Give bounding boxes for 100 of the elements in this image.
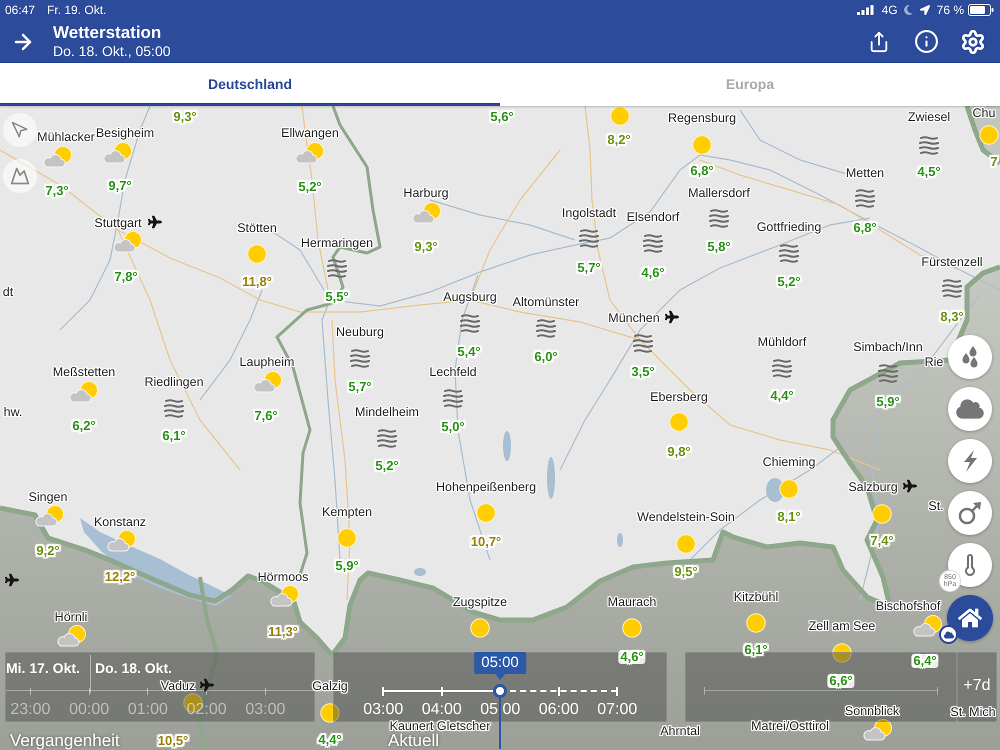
station-name: Zugspitze xyxy=(452,595,508,609)
temperature: 6,6° xyxy=(827,674,855,688)
fog-icon xyxy=(326,258,348,278)
fog-icon xyxy=(442,388,464,408)
fog-icon xyxy=(578,228,600,248)
station-name: Konstanz xyxy=(94,515,146,529)
partly-cloudy-icon xyxy=(253,371,283,393)
partly-cloudy-icon xyxy=(113,231,143,253)
station-name: Besigheim xyxy=(96,126,154,140)
station-name: Kitzbühl xyxy=(734,590,778,604)
time-label: 03:00 xyxy=(245,702,286,718)
temperature: 6,0° xyxy=(534,350,558,364)
fog-icon xyxy=(632,333,654,353)
temperature: 6,2° xyxy=(72,419,96,433)
lake xyxy=(414,568,426,576)
temperature: 5,9° xyxy=(335,559,359,573)
station-name: Hörnli xyxy=(54,610,88,624)
station-name: Laupheim xyxy=(240,355,294,369)
station-name: St. Mich xyxy=(950,705,996,719)
temperature: 9,8° xyxy=(667,445,691,459)
station-name: Ebersberg xyxy=(650,390,708,404)
airplane-icon xyxy=(200,678,214,692)
sun-icon xyxy=(476,503,496,523)
sun-icon xyxy=(692,135,712,155)
fog-icon xyxy=(771,358,793,378)
share-icon xyxy=(868,30,890,54)
sun-icon xyxy=(779,479,799,499)
airplane-icon xyxy=(148,215,162,229)
temperature: 4,6° xyxy=(618,650,646,664)
fog-icon xyxy=(708,208,730,228)
station-name: Riedlingen xyxy=(144,375,204,389)
temperature: 6,4° xyxy=(911,654,939,668)
fog-icon xyxy=(941,278,963,298)
partly-cloudy-icon xyxy=(295,142,325,164)
temperature: 9,5° xyxy=(674,565,698,579)
station-name: Meßstetten xyxy=(52,365,116,379)
station-name: Zwiesel xyxy=(908,110,950,124)
sun-icon xyxy=(337,528,357,548)
region-tab[interactable]: Europa xyxy=(500,63,1000,106)
current-section-label: Aktuell xyxy=(388,733,440,749)
airplane-icon xyxy=(5,573,19,587)
network-type: 4G xyxy=(882,3,898,17)
temperature: 6,1° xyxy=(744,643,768,657)
temperature: 10,5° xyxy=(158,734,188,748)
station-name: Bischofshof xyxy=(876,599,940,613)
temperature: 6,8° xyxy=(690,164,714,178)
station-name: Augsburg xyxy=(443,290,497,304)
temperature: 8,1° xyxy=(777,510,801,524)
temperature: 5,9° xyxy=(876,395,900,409)
temperature: 5,6° xyxy=(490,110,514,124)
station-name: Chu xyxy=(972,106,996,120)
station-name: dt xyxy=(2,285,14,299)
home-icon xyxy=(958,607,982,629)
temperature: 5,7° xyxy=(577,261,601,275)
fog-icon xyxy=(877,363,899,383)
partly-cloudy-icon xyxy=(107,530,137,552)
locate-button[interactable] xyxy=(3,113,37,147)
temperature: 9,3° xyxy=(414,240,438,254)
station-name: Fürstenzell xyxy=(921,255,983,269)
seven-day-button[interactable]: +7d xyxy=(963,677,991,695)
station-name: Mühldorf xyxy=(758,335,806,349)
temperature: 4,4° xyxy=(770,389,794,403)
temperature: 11,8° xyxy=(242,275,272,289)
fog-icon xyxy=(535,318,557,338)
lake xyxy=(547,457,555,499)
partly-cloudy-icon xyxy=(69,381,99,403)
fog-icon xyxy=(349,348,371,368)
country-border xyxy=(964,106,1000,165)
sun-icon xyxy=(676,534,696,554)
station-name: Altomünster xyxy=(512,295,580,309)
airplane-icon xyxy=(903,479,917,493)
partly-cloudy-icon xyxy=(35,505,65,527)
temperature: 5,8° xyxy=(707,240,731,254)
station-name: Lechfeld xyxy=(429,365,477,379)
temperature: 5,5° xyxy=(325,290,349,304)
time-label: 07:00 xyxy=(597,702,638,718)
temperature: 7,3° xyxy=(45,184,69,198)
time-label: 03:00 xyxy=(363,702,404,718)
partly-cloudy-icon xyxy=(103,142,133,164)
mountain-view-button[interactable] xyxy=(3,159,37,193)
temperature: 5,0° xyxy=(441,420,465,434)
temperature: 7,6° xyxy=(254,409,278,423)
location-arrow-icon xyxy=(920,5,930,15)
partly-cloudy-icon xyxy=(270,585,300,607)
info-icon xyxy=(914,29,938,54)
screen-title: Wetterstation xyxy=(53,23,162,43)
date-label: Do. 18. Okt. xyxy=(94,660,172,676)
temperature: 5,2° xyxy=(298,180,322,194)
temperature: 6,8° xyxy=(853,221,877,235)
partly-cloudy-icon xyxy=(412,202,442,224)
station-name: Hermaringen xyxy=(300,236,374,250)
status-date: Fr. 19. Okt. xyxy=(47,3,106,17)
sun-icon xyxy=(872,504,892,524)
temperature: 8,2° xyxy=(607,133,631,147)
station-name: Salzburg xyxy=(848,480,898,494)
sun-icon xyxy=(320,703,340,723)
fog-icon xyxy=(854,188,876,208)
time-label: 06:00 xyxy=(538,702,579,718)
partly-cloudy-icon xyxy=(43,146,73,168)
partly-cloudy-icon xyxy=(863,719,893,741)
